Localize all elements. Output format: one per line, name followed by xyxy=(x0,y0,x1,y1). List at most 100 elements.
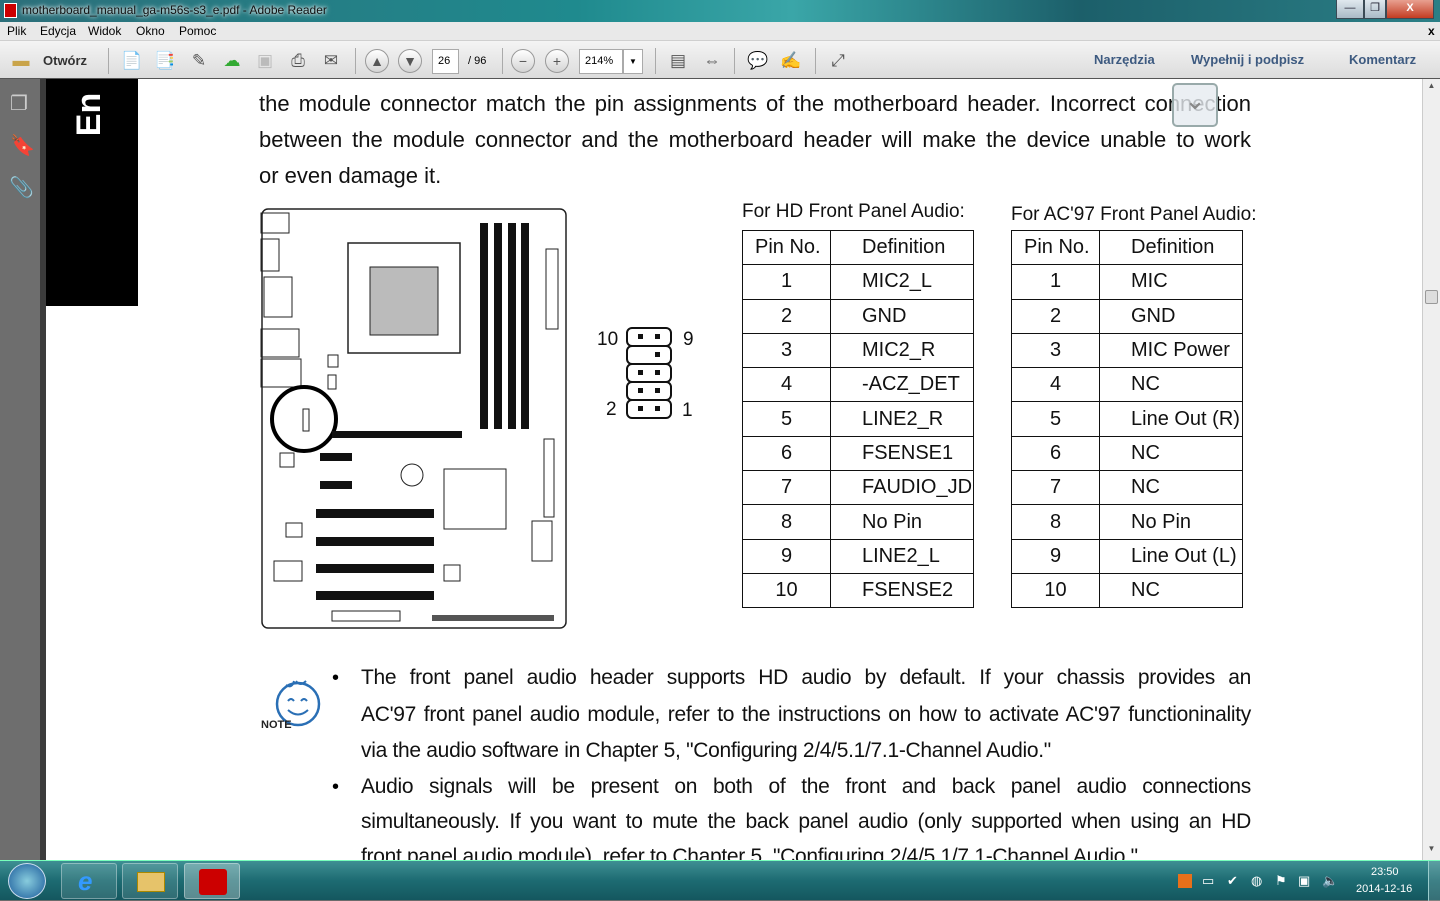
table-row: 10 NC xyxy=(1011,572,1243,609)
toolbar: ▬ Otwórz 📄 📑 ✎ ☁ ▣ ⎙ ✉ ▲ ▼ 26 / 96 − + 2… xyxy=(0,41,1440,79)
scroll-thumb[interactable] xyxy=(1425,290,1438,304)
email-icon[interactable]: ✉ xyxy=(320,50,342,72)
expand-icon[interactable]: ⌄ xyxy=(1172,83,1218,127)
pin-number-cell: 4 xyxy=(1011,367,1100,403)
close-button[interactable]: X xyxy=(1386,0,1434,19)
table-row: 4 -ACZ_DET xyxy=(742,367,974,403)
pin-number-cell: 2 xyxy=(742,298,831,334)
tray-connection-icon[interactable]: ▣ xyxy=(1298,873,1310,889)
intro-line: or even damage it. xyxy=(259,163,442,188)
table-row: 2 GND xyxy=(1011,298,1243,334)
table-row: 1 MIC xyxy=(1011,264,1243,300)
pin-number-cell: Pin No. xyxy=(742,229,831,266)
definition-cell: MIC2_L xyxy=(830,264,974,300)
fullscreen-icon[interactable]: ⤢ xyxy=(827,50,849,72)
pin-number-cell: 3 xyxy=(1011,332,1100,369)
tray-flag-icon[interactable]: ⚑ xyxy=(1275,873,1287,889)
pin-label: 10 xyxy=(597,329,619,350)
fit-page-icon[interactable]: ▤ xyxy=(667,50,689,72)
pin-number-cell: 8 xyxy=(742,504,831,540)
pdf-page: En the module connector match the pin as… xyxy=(46,79,1422,860)
edit-icon[interactable]: ✎ xyxy=(188,50,210,72)
window-title: motherboard_manual_ga-m56s-s3_e.pdf - Ad… xyxy=(22,3,327,17)
create-pdf-icon[interactable]: 📄 xyxy=(121,50,143,72)
table-row: 7 FAUDIO_JD xyxy=(742,470,974,506)
definition-cell: GND xyxy=(830,298,974,334)
tools-button[interactable]: Narzędzia xyxy=(1094,52,1155,67)
definition-cell: No Pin xyxy=(1099,504,1243,540)
motherboard-diagram xyxy=(260,208,567,629)
folder-icon[interactable]: ▬ xyxy=(10,50,32,72)
menu-widok[interactable]: Widok xyxy=(88,24,121,38)
minimize-button[interactable]: — xyxy=(1336,0,1364,19)
attachment-icon[interactable]: 📎 xyxy=(9,175,34,200)
previous-page-button[interactable]: ▲ xyxy=(365,49,389,73)
fit-width-icon[interactable]: ⇔ xyxy=(701,50,723,72)
show-desktop-button[interactable] xyxy=(1428,861,1440,901)
pin-number-cell: 4 xyxy=(742,367,831,403)
pin-number-cell: 3 xyxy=(742,332,831,369)
fill-sign-button[interactable]: Wypełnij i podpisz xyxy=(1191,52,1304,67)
tray-usb-icon[interactable]: ✔ xyxy=(1227,873,1238,889)
clock-date[interactable]: 2014-12-16 xyxy=(1356,883,1412,895)
zoom-input[interactable]: 214% xyxy=(579,49,623,74)
taskbar-explorer[interactable] xyxy=(122,863,178,899)
comment-button[interactable]: Komentarz xyxy=(1349,52,1416,67)
tray-volume-icon[interactable]: 🔈 xyxy=(1322,873,1338,889)
table-row: 9 Line Out (L) xyxy=(1011,538,1243,574)
bullet: • xyxy=(332,667,340,689)
pin-number-cell: 5 xyxy=(1011,401,1100,437)
cloud-upload-icon[interactable]: ☁ xyxy=(221,50,243,72)
note-line: The front panel audio header supports HD… xyxy=(361,666,1251,689)
pin-number-cell: 6 xyxy=(742,435,831,472)
export-pdf-icon[interactable]: 📑 xyxy=(154,50,176,72)
start-button[interactable] xyxy=(8,863,46,899)
menu-okno[interactable]: Okno xyxy=(136,24,165,38)
zoom-out-button[interactable]: − xyxy=(511,49,535,73)
page-number-input[interactable]: 26 xyxy=(432,49,459,74)
tray-network-icon[interactable]: ▭ xyxy=(1202,873,1214,889)
taskbar-adobe-reader[interactable] xyxy=(184,863,240,899)
ac97-audio-table: Pin No. Definition 1 MIC 2 GND 3 MIC Power 4 NC 5 L… xyxy=(1011,229,1243,609)
clock-time[interactable]: 23:50 xyxy=(1371,866,1399,878)
menu-edycja[interactable]: Edycja xyxy=(40,24,76,38)
tray-globe-icon[interactable]: ◍ xyxy=(1251,873,1262,889)
title-bar: motherboard_manual_ga-m56s-s3_e.pdf - Ad… xyxy=(0,0,1440,22)
open-button[interactable]: Otwórz xyxy=(43,53,87,68)
pages-icon[interactable]: ❐ xyxy=(10,91,28,116)
pin-number-cell: 5 xyxy=(742,401,831,437)
definition-cell: Line Out (L) xyxy=(1099,538,1243,574)
tray-download-icon[interactable] xyxy=(1178,874,1192,888)
pin-number-cell: 10 xyxy=(742,572,831,609)
vertical-scrollbar[interactable]: ▲ ▼ xyxy=(1422,79,1440,860)
intro-line: the module connector match the pin assig… xyxy=(259,91,1251,116)
scroll-down-button[interactable]: ▼ xyxy=(1425,844,1438,858)
menu-plik[interactable]: Plik xyxy=(7,24,26,38)
table-row: 7 NC xyxy=(1011,470,1243,506)
comment-icon[interactable]: 💬 xyxy=(747,50,769,72)
print-icon[interactable]: ⎙ xyxy=(287,50,309,72)
definition-cell: NC xyxy=(1099,367,1243,403)
save-icon[interactable]: ▣ xyxy=(254,50,276,72)
table-row: 3 MIC Power xyxy=(1011,332,1243,369)
zoom-in-button[interactable]: + xyxy=(545,49,569,73)
table-header-row: Pin No. Definition xyxy=(1011,229,1243,266)
definition-cell: MIC Power xyxy=(1099,332,1243,369)
restore-button[interactable]: ❐ xyxy=(1364,0,1386,19)
highlight-icon[interactable]: ✍ xyxy=(780,50,802,72)
taskbar-ie[interactable]: e xyxy=(61,863,117,899)
close-document-button[interactable]: x xyxy=(1428,24,1435,38)
table-row: 3 MIC2_R xyxy=(742,332,974,369)
language-tab: En xyxy=(46,79,138,306)
definition-cell: LINE2_R xyxy=(830,401,974,437)
definition-cell: MIC2_R xyxy=(830,332,974,369)
bookmark-icon[interactable]: 🔖 xyxy=(10,133,35,158)
definition-cell: MIC xyxy=(1099,264,1243,300)
definition-cell: Definition xyxy=(830,229,974,266)
next-page-button[interactable]: ▼ xyxy=(398,49,422,73)
hd-table-caption: For HD Front Panel Audio: xyxy=(742,201,965,222)
scroll-up-button[interactable]: ▲ xyxy=(1425,81,1438,95)
table-row: 8 No Pin xyxy=(1011,504,1243,540)
menu-pomoc[interactable]: Pomoc xyxy=(179,24,216,38)
zoom-dropdown[interactable]: ▼ xyxy=(623,49,643,74)
